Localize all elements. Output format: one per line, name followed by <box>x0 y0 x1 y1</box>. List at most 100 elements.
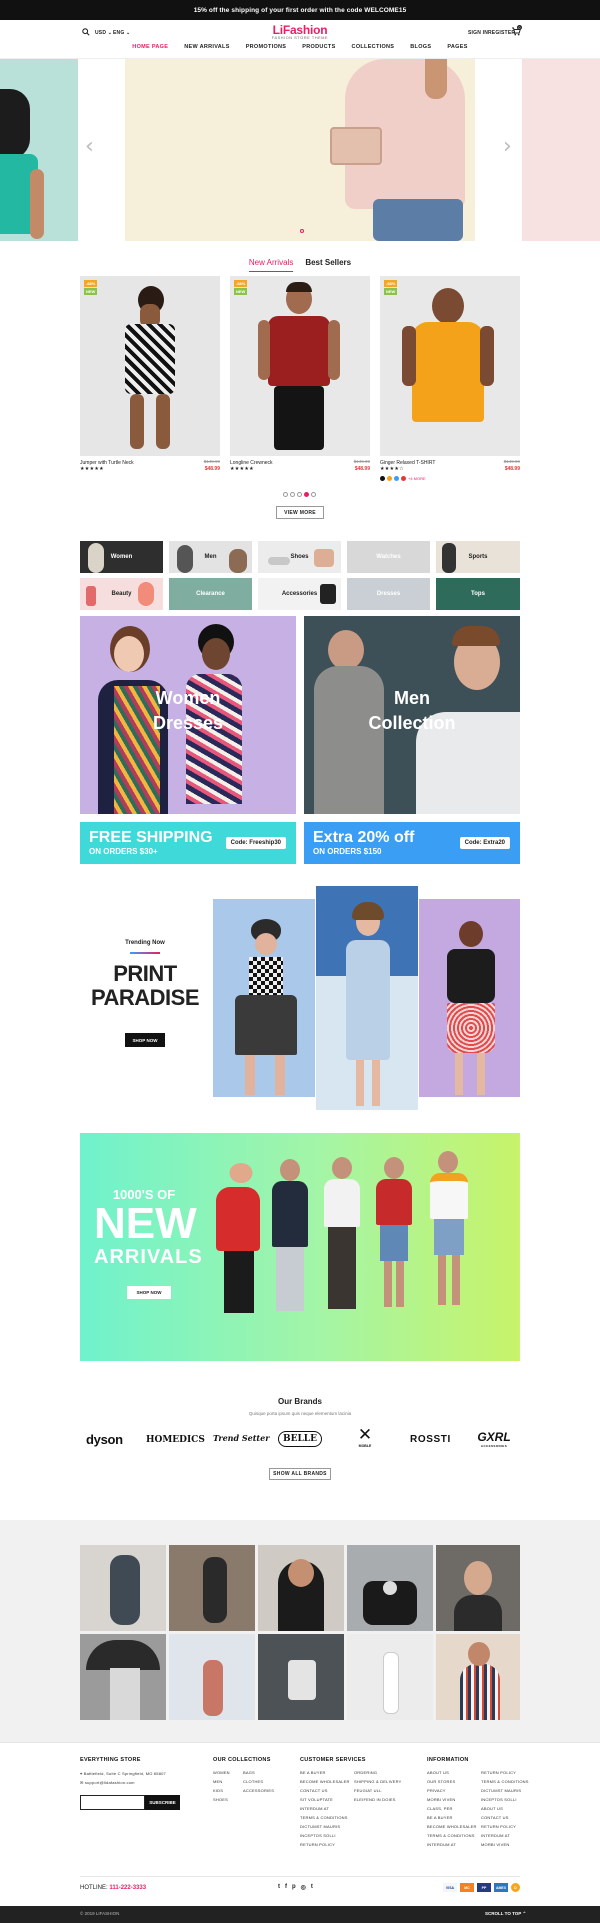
instagram-photo[interactable] <box>347 1634 433 1720</box>
footer-link[interactable]: DICTUMST MAURIS <box>300 1822 350 1831</box>
footer-link[interactable]: KIDS <box>213 1786 230 1795</box>
hero-pager-dot[interactable] <box>300 229 304 233</box>
product-card[interactable]: -68% NEW Ginger Relaxed T-SHIRT $149.99 … <box>380 276 520 488</box>
instagram-photo[interactable] <box>436 1634 520 1720</box>
footer-link[interactable]: ABOUT US <box>427 1768 477 1777</box>
category-tile-tops[interactable]: Tops <box>436 578 520 610</box>
trending-image-1[interactable] <box>213 899 315 1097</box>
category-tile-watches[interactable]: Watches <box>347 541 430 573</box>
swatch-orange[interactable] <box>387 476 392 481</box>
footer-link[interactable]: MEN <box>213 1777 230 1786</box>
footer-link[interactable]: FEUGIAT ULL <box>354 1786 402 1795</box>
tab-new-arrivals[interactable]: New Arrivals <box>248 258 294 272</box>
instagram-photo[interactable] <box>258 1634 344 1720</box>
footer-link[interactable]: SHOES <box>213 1795 230 1804</box>
extra-discount-promo[interactable]: Extra 20% off ON ORDERS $150 Code: Extra… <box>304 822 520 864</box>
show-all-brands-button[interactable]: SHOW ALL BRANDS <box>269 1468 331 1480</box>
footer-link[interactable]: BECOME WHOLESALER <box>300 1777 350 1786</box>
category-tile-shoes[interactable]: Shoes <box>258 541 341 573</box>
arrivals-shop-now-button[interactable]: SHOP NOW <box>127 1286 171 1299</box>
product-image[interactable]: -68% NEW <box>80 276 220 456</box>
category-tile-sports[interactable]: Sports <box>436 541 520 573</box>
category-tile-men[interactable]: Men <box>169 541 252 573</box>
instagram-photo[interactable] <box>80 1545 166 1631</box>
product-card[interactable]: -68% NEW Longline Crewneck $149.99 $48.9… <box>230 276 370 482</box>
instagram-photo[interactable] <box>258 1545 344 1631</box>
instagram-photo[interactable] <box>169 1545 255 1631</box>
footer-link[interactable]: INTERDUM AT <box>427 1840 477 1849</box>
hotline-number[interactable]: 111-222-3333 <box>109 1885 146 1891</box>
promo-code[interactable]: Code: Extra20 <box>459 837 510 849</box>
logo[interactable]: LiFashion FASHION STORE THEME <box>260 23 340 40</box>
brand-logo-rossti[interactable]: ROSSTI <box>410 1434 451 1445</box>
search-icon[interactable] <box>82 28 90 36</box>
brand-logo-belle[interactable]: BELLE <box>278 1431 322 1447</box>
nav-blogs[interactable]: BLOGS <box>410 44 431 58</box>
pager-dot[interactable] <box>290 492 295 497</box>
instagram-icon[interactable]: ◎ <box>301 1884 306 1891</box>
scroll-to-top-link[interactable]: SCROLL TO TOP ⌃ <box>485 1911 526 1917</box>
category-tile-accessories[interactable]: Accessories <box>258 578 341 610</box>
hero-prev-arrow[interactable]: ‹ <box>85 136 94 158</box>
nav-new-arrivals[interactable]: NEW ARRIVALS <box>184 44 229 58</box>
promo-code[interactable]: Code: Freeship30 <box>225 837 286 849</box>
swatch-red[interactable] <box>401 476 406 481</box>
footer-link[interactable]: TERMS & CONDITIONS <box>481 1777 529 1786</box>
pager-dot[interactable] <box>311 492 316 497</box>
swatch-black[interactable] <box>380 476 385 481</box>
footer-link[interactable]: ELEIFEND IN DOIES <box>354 1795 402 1804</box>
trending-shop-now-button[interactable]: SHOP NOW <box>125 1033 165 1047</box>
instagram-photo[interactable] <box>80 1634 166 1720</box>
footer-link[interactable]: INTERDUM AT <box>300 1804 350 1813</box>
footer-link[interactable]: SIT VOLUPTATE <box>300 1795 350 1804</box>
footer-link[interactable]: MORBI VIVEN <box>427 1795 477 1804</box>
currency-selector[interactable]: USD ⌄ <box>95 30 112 36</box>
pinterest-icon[interactable]: p <box>292 1884 296 1891</box>
subscribe-button[interactable]: SUBSCRIBE <box>145 1795 180 1810</box>
footer-link[interactable]: ABOUT US <box>481 1804 529 1813</box>
product-card[interactable]: -68% NEW Jumper with Turtle Neck $149.99… <box>80 276 220 482</box>
footer-link[interactable]: TERMS & CONDITIONS <box>300 1813 350 1822</box>
nav-promotions[interactable]: PROMOTIONS <box>246 44 287 58</box>
footer-link[interactable]: ORDERING <box>354 1768 402 1777</box>
language-selector[interactable]: ENG ⌄ <box>113 30 130 36</box>
footer-link[interactable]: CLASS, PER <box>427 1804 477 1813</box>
footer-link[interactable]: BE A BUYER <box>300 1768 350 1777</box>
instagram-photo[interactable] <box>436 1545 520 1631</box>
brand-logo-trend-setter[interactable]: Trend Setter <box>213 1433 269 1443</box>
brand-logo-homedics[interactable]: HOMEDICS <box>146 1435 205 1445</box>
footer-link[interactable]: CONTACT US <box>300 1786 350 1795</box>
category-tile-dresses[interactable]: Dresses <box>347 578 430 610</box>
nav-collections[interactable]: COLLECTIONS <box>352 44 395 58</box>
footer-link[interactable]: RETURN POLICY <box>481 1768 529 1777</box>
pager-dot[interactable] <box>297 492 302 497</box>
trending-image-3[interactable] <box>419 899 520 1097</box>
nav-home-page[interactable]: HOME PAGE <box>132 44 168 58</box>
facebook-icon[interactable]: f <box>285 1884 287 1891</box>
pager-dot[interactable] <box>283 492 288 497</box>
footer-link[interactable]: MORBI VIVEN <box>481 1840 529 1849</box>
newsletter-email-input[interactable] <box>80 1795 145 1810</box>
product-image[interactable]: -68% NEW <box>380 276 520 456</box>
swatch-blue[interactable] <box>394 476 399 481</box>
twitter-icon[interactable]: t <box>278 1884 280 1891</box>
footer-link[interactable]: SHIPPING & DELIVERY <box>354 1777 402 1786</box>
footer-email[interactable]: ✉ support@lidafashion.com <box>80 1778 135 1787</box>
free-shipping-promo[interactable]: FREE SHIPPING ON ORDERS $30+ Code: Frees… <box>80 822 296 864</box>
category-tile-clearance[interactable]: Clearance <box>169 578 252 610</box>
footer-link[interactable]: RETURN POLICY <box>300 1840 350 1849</box>
brand-logo-gxrl[interactable]: GXRL ACCESSORIES <box>474 1430 514 1448</box>
women-dresses-banner[interactable]: Women Dresses <box>80 616 296 814</box>
pager-dot-active[interactable] <box>304 492 309 497</box>
footer-link[interactable]: WOMEN <box>213 1768 230 1777</box>
instagram-photo[interactable] <box>347 1545 433 1631</box>
footer-link[interactable]: RETURN POLICY <box>481 1822 529 1831</box>
footer-link[interactable]: BE A BUYER <box>427 1813 477 1822</box>
footer-link[interactable]: TERMS & CONDITIONS <box>427 1831 477 1840</box>
category-tile-beauty[interactable]: Beauty <box>80 578 163 610</box>
product-image[interactable]: -68% NEW <box>230 276 370 456</box>
footer-link[interactable]: BECOME WHOLESALER <box>427 1822 477 1831</box>
more-swatches-link[interactable]: +4 MORE <box>408 476 426 481</box>
new-arrivals-banner[interactable]: 1000'S OF NEW ARRIVALS SHOP NOW <box>80 1133 520 1361</box>
tab-best-sellers[interactable]: Best Sellers <box>305 258 351 272</box>
